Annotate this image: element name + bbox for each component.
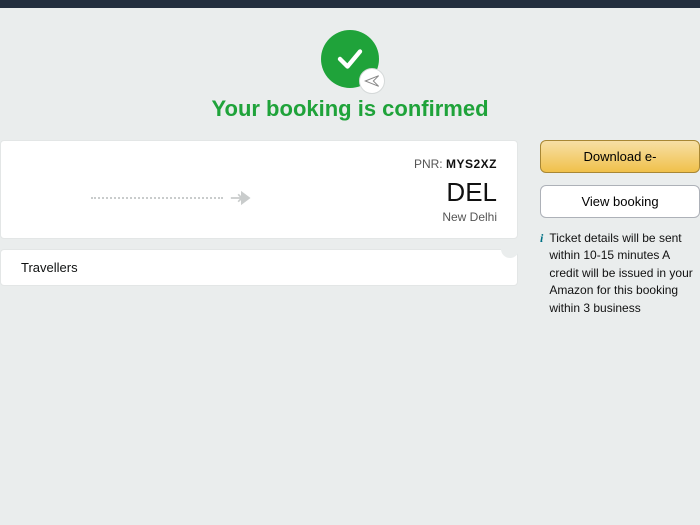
destination-city: New Delhi bbox=[21, 210, 497, 224]
view-booking-button[interactable]: View booking bbox=[540, 185, 700, 218]
top-nav-bar bbox=[0, 0, 700, 8]
info-icon: i bbox=[540, 230, 543, 317]
flight-summary-card: PNR: MYS2XZ DEL New Delhi bbox=[0, 140, 518, 239]
airplane-icon bbox=[364, 73, 380, 89]
travellers-label: Travellers bbox=[21, 260, 78, 275]
confirmation-header: Your booking is confirmed bbox=[0, 8, 700, 140]
pnr-value: MYS2XZ bbox=[446, 157, 497, 171]
airplane-badge-icon bbox=[359, 68, 385, 94]
checkmark-icon bbox=[335, 44, 365, 74]
notice-text: Ticket details will be sent within 10-15… bbox=[549, 230, 700, 317]
success-check-icon bbox=[321, 30, 379, 88]
travellers-card[interactable]: Travellers bbox=[0, 249, 518, 286]
pnr-label: PNR: bbox=[414, 157, 443, 171]
ticket-info-notice: i Ticket details will be sent within 10-… bbox=[540, 230, 700, 317]
download-eticket-button[interactable]: Download e- bbox=[540, 140, 700, 173]
route-plane-icon bbox=[229, 187, 251, 209]
flight-route bbox=[91, 189, 251, 209]
pnr-line: PNR: MYS2XZ bbox=[21, 157, 497, 171]
confirmation-title: Your booking is confirmed bbox=[0, 96, 700, 122]
